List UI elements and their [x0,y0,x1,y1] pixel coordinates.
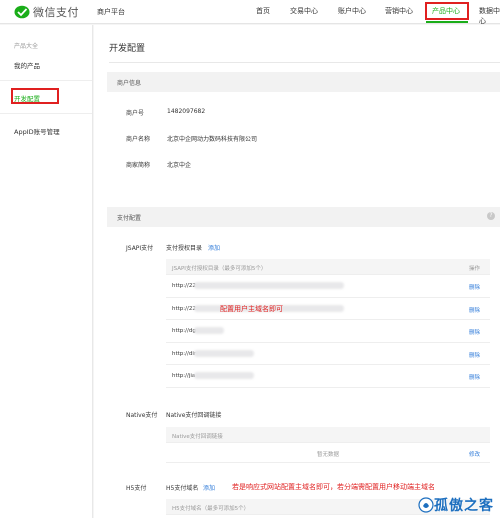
table-row: http://jia 删除 [166,365,490,388]
highlight-box-products [425,2,469,20]
table-row: 暂无数据 修改 [166,443,490,463]
empty-state-text: 暂无数据 [316,452,339,458]
main-content: 开发配置 商户信息 商户号 1482097682 商户名称 北京中企网动力数码科… [94,25,500,518]
merchant-id-label: 商户号 [126,110,145,117]
sidebar-divider [0,80,92,81]
delete-link[interactable]: 删除 [469,328,480,336]
h5-domain-title: H5支付域名 [166,485,199,492]
jsapi-url: http://dir [172,350,197,357]
redacted-text [194,282,344,289]
delete-link[interactable]: 删除 [469,306,480,314]
edit-link[interactable]: 修改 [469,450,480,458]
delete-link[interactable]: 删除 [469,283,480,291]
logo-text: 微信支付 [33,6,79,19]
delete-link[interactable]: 删除 [469,373,480,381]
table-row: http://dg 删除 [166,320,490,343]
h5-annotation: 若是响应式网站配置主域名即可，若分端需配置用户移动端主域名 [232,483,435,491]
merchant-info-title: 商户信息 [117,80,142,87]
merchant-name-label: 商户名称 [126,136,151,143]
payment-config-title: 支付配置 [117,215,142,222]
jsapi-auth-dir-title: 支付授权目录 [166,245,203,252]
highlight-box-dev-config [11,88,59,104]
h5-label: H5支付 [126,485,147,492]
wechat-logo-icon [14,5,30,19]
table-header-h5: H5支付域名（最多可添加5个） [172,506,250,512]
merchant-short-label: 商家简称 [126,162,151,169]
watermark-text: 孤傲之客 [434,498,494,514]
question-icon[interactable]: ? [487,212,495,220]
native-label: Native支付 [126,412,158,419]
table-header-dir: JSAPI支付授权目录（最多可添加5个） [172,266,267,272]
redacted-text [194,349,254,357]
jsapi-url: http://jia [172,373,196,379]
table-header-callback: Native支付回调链接 [172,434,223,440]
merchant-info-header: 商户信息 [107,72,500,92]
jsapi-label: JSAPI支付 [126,245,154,252]
platform-label: 商户平台 [97,8,125,16]
wechat-pay-logo[interactable]: 微信支付 [14,4,79,20]
table-header: JSAPI支付授权目录（最多可添加5个） 操作 [166,259,490,275]
table-header-action: 操作 [468,266,480,272]
merchant-name-value: 北京中企网动力数码科技有限公司 [167,136,258,143]
nav-active-indicator [426,21,468,23]
table-row: http://22 删除 [166,298,490,320]
delete-link[interactable]: 删除 [469,351,480,359]
redacted-text [194,327,224,334]
merchant-short-value: 北京中企 [167,162,192,169]
merchant-id-value: 1482097682 [167,108,206,115]
jsapi-url: http://22 [172,305,196,312]
sidebar-item-my-products[interactable]: 我的产品 [14,60,40,70]
nav-item-data[interactable]: 数据中心 [479,6,500,26]
page-title: 开发配置 [109,44,146,54]
nav-item-home[interactable]: 首页 [256,6,270,16]
watermark-icon [418,497,434,513]
table-header: Native支付回调链接 [166,427,490,443]
jsapi-annotation: 配置用户主域名即可 [220,305,283,313]
payment-config-header: 支付配置 ? [107,207,500,227]
nav-item-marketing[interactable]: 营销中心 [385,6,413,16]
nav-item-transactions[interactable]: 交易中心 [290,6,318,16]
sidebar-divider [0,113,92,114]
jsapi-url: http://22 [172,283,196,289]
native-callback-title: Native支付回调链接 [166,412,222,419]
sidebar-item-appid[interactable]: AppID账号管理 [14,126,60,136]
title-divider [109,62,500,63]
redacted-text [194,372,254,379]
native-table: Native支付回调链接 暂无数据 修改 [166,427,490,463]
table-row: http://dir 删除 [166,343,490,365]
jsapi-url: http://dg [172,328,196,334]
nav-item-account[interactable]: 账户中心 [338,6,366,16]
sidebar-category: 产品大全 [14,43,39,50]
h5-add-link[interactable]: 添加 [203,483,215,492]
watermark: 孤傲之客 [418,495,494,515]
table-row: http://22 删除 [166,275,490,298]
jsapi-table: JSAPI支付授权目录（最多可添加5个） 操作 http://22 删除 htt… [166,259,490,388]
jsapi-add-link[interactable]: 添加 [208,243,220,252]
